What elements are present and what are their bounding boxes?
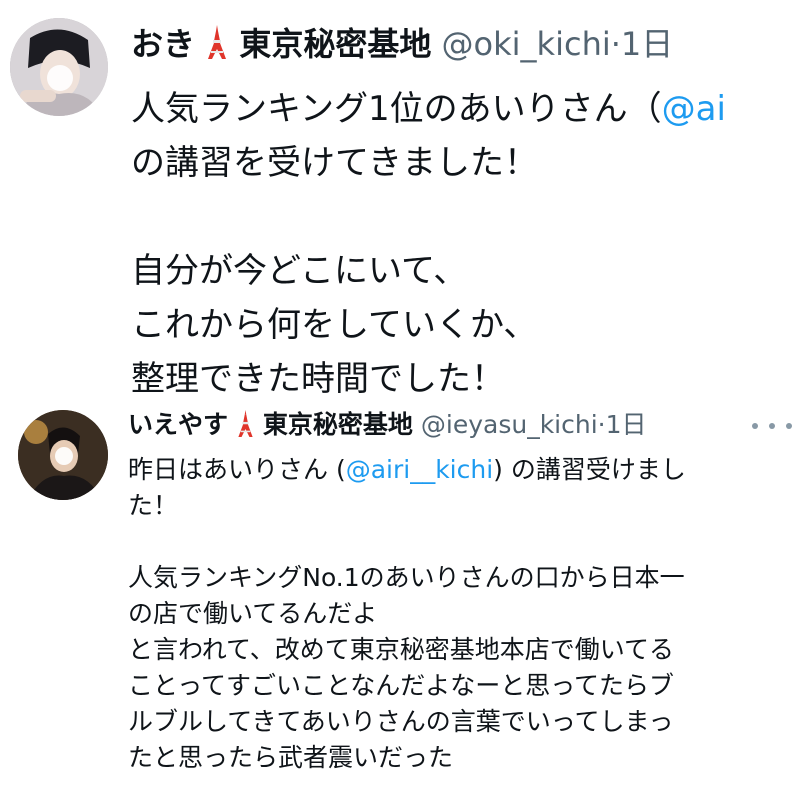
tokyo-tower-icon (236, 410, 255, 446)
tweet-line: 人気ランキングNo.1のあいりさんの口から日本一 (128, 563, 685, 592)
tweet-time[interactable]: 1日 (621, 25, 673, 63)
author-group[interactable]: 東京秘密基地 (239, 25, 431, 63)
more-dot (769, 423, 775, 429)
author-name[interactable]: いえやす (128, 410, 228, 439)
tweet-line: ルブルしてきてあいりさんの言葉でいってしまっ (128, 707, 674, 736)
tweet-line: た！ (128, 491, 179, 520)
tweet-header: いえやす 東京秘密基地 @ieyasu_kichi·1日 (128, 408, 647, 446)
text-segment: ) の講習受けまし (493, 455, 686, 484)
more-dot (786, 423, 792, 429)
tweet-line: 自分が今どこにいて、 (131, 251, 468, 291)
avatar[interactable] (18, 410, 108, 500)
text-segment: 昨日はあいりさん ( (128, 455, 346, 484)
tweet-line: ことってすごいことなんだよなーと思ってたらブ (128, 671, 675, 700)
tweet-line: と言われて、改めて東京秘密基地本店で働いてる (128, 635, 675, 664)
tweet-text: 昨日はあいりさん (@airi__kichi) の講習受けまし た！ 人気ランキ… (128, 452, 800, 776)
author-handle[interactable]: @oki_kichi (442, 25, 611, 63)
mention-link[interactable]: @ai (662, 89, 726, 129)
tweet-line: の店で働いてるんだよ (128, 599, 378, 628)
tweet-line: 整理できた時間でした！ (131, 359, 505, 399)
separator-dot: · (610, 25, 621, 63)
tweet-line: の講習を受けてきました！ (131, 143, 538, 183)
tweet-line: これから何をしていくか、 (131, 305, 538, 345)
mention-link[interactable]: @airi__kichi (346, 455, 493, 484)
tweet-header: おき 東京秘密基地 @oki_kichi·1日 (131, 22, 673, 70)
author-handle[interactable]: @ieyasu_kichi (421, 410, 598, 439)
avatar[interactable] (10, 18, 108, 116)
tokyo-tower-icon (205, 25, 229, 70)
separator-dot: · (597, 410, 606, 439)
tweet-line: 人気ランキング1位のあいりさん（@ai (131, 82, 800, 136)
author-group[interactable]: 東京秘密基地 (263, 410, 413, 439)
author-name[interactable]: おき (131, 25, 195, 63)
avatar-photo (10, 18, 108, 116)
avatar-photo (18, 410, 108, 500)
tweet-text: 人気ランキング1位のあいりさん（@ai の講習を受けてきました！ 自分が今どこに… (131, 82, 800, 406)
text-segment: 人気ランキング1位のあいりさん（ (131, 89, 662, 129)
tweet-time[interactable]: 1日 (606, 410, 647, 439)
more-dot (752, 423, 758, 429)
tweet-line: 昨日はあいりさん (@airi__kichi) の講習受けまし (128, 452, 800, 488)
more-options-icon[interactable] (752, 416, 792, 436)
tweet-line: たと思ったら武者震いだった (128, 743, 454, 772)
